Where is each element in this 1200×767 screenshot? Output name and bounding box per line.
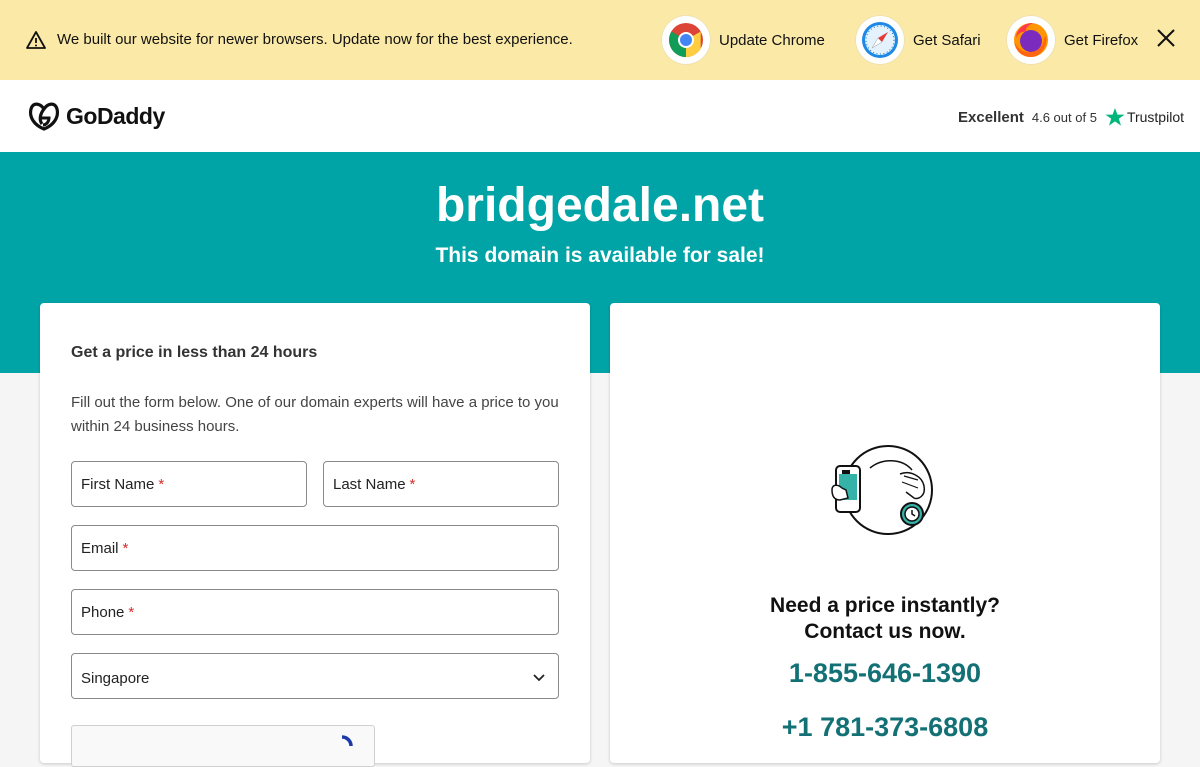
site-header: GoDaddy Excellent 4.6 out of 5 Trustpilo… [0,80,1200,152]
required-mark: * [122,540,129,557]
browser-update-banner: We built our website for newer browsers.… [0,0,1200,80]
close-icon[interactable] [1155,27,1177,49]
required-mark: * [409,476,416,493]
last-name-placeholder: Last Name * [333,476,416,493]
warning-icon [26,31,46,49]
recaptcha-widget[interactable] [71,725,375,767]
safari-icon [856,16,904,64]
email-placeholder: Email * [81,540,129,557]
brand-name[interactable]: GoDaddy [66,103,165,130]
hero-subtitle: This domain is available for sale! [435,244,765,267]
required-mark: * [158,476,165,493]
form-description: Fill out the form below. One of our doma… [71,394,559,435]
trustpilot-label: Trustpilot [1126,109,1184,125]
instant-price-cta: Need a price instantly? Contact us now. [610,593,1160,645]
form-title: Get a price in less than 24 hours [71,344,318,361]
phone-number-primary[interactable]: 1-855-646-1390 [610,658,1160,689]
country-select[interactable]: Singapore [71,653,559,699]
get-safari-link[interactable]: Get Safari [856,16,981,64]
required-mark: * [128,604,135,621]
chrome-icon [662,16,710,64]
phone-number-secondary[interactable]: +1 781-373-6808 [610,712,1160,743]
phone-hand-illustration-icon [831,445,933,535]
phone-placeholder: Phone * [81,604,135,621]
get-firefox-link[interactable]: Get Firefox [1007,16,1138,64]
get-firefox-label: Get Firefox [1064,31,1139,49]
country-value: Singapore [81,670,150,687]
star-icon [1105,108,1125,126]
godaddy-logo-icon[interactable] [27,100,61,132]
update-chrome-label: Update Chrome [719,31,825,49]
rating-word: Excellent [958,108,1024,126]
price-request-form: Get a price in less than 24 hours Fill o… [40,303,590,767]
first-name-field[interactable]: First Name * [71,461,307,507]
first-name-placeholder: First Name * [81,476,165,493]
recaptcha-icon [341,735,353,747]
rating-score: 4.6 out of 5 [1031,109,1097,125]
phone-field[interactable]: Phone * [71,589,559,635]
trustpilot-rating[interactable]: Excellent 4.6 out of 5 Trustpilot [958,107,1184,127]
email-field[interactable]: Email * [71,525,559,571]
cta-line-1: Need a price instantly? [770,594,1000,617]
banner-message: We built our website for newer browsers.… [57,31,573,48]
contact-card: Need a price instantly? Contact us now. … [610,303,1160,763]
firefox-icon [1007,16,1055,64]
cta-line-2: Contact us now. [804,620,966,643]
trustpilot-brand: Trustpilot [1105,107,1184,127]
chevron-down-icon [533,674,545,682]
last-name-field[interactable]: Last Name * [323,461,559,507]
domain-name: bridgedale.net [435,179,765,232]
get-safari-label: Get Safari [913,31,981,49]
update-chrome-link[interactable]: Update Chrome [662,16,825,64]
